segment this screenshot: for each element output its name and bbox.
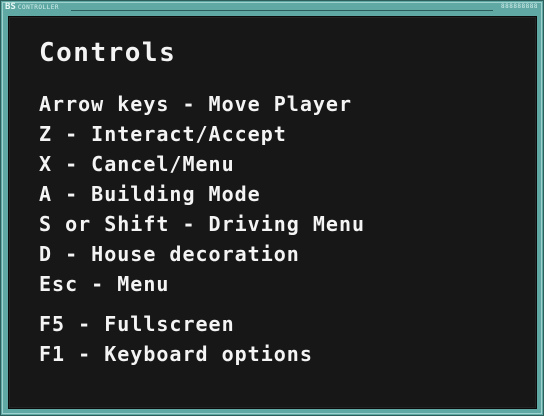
window-titlebar[interactable]: BS CONTROLLER — [5, 3, 59, 12]
titlebar-divider — [71, 10, 493, 11]
controls-spacer — [39, 299, 365, 309]
control-esc: Esc - Menu — [39, 272, 170, 296]
window-subtitle: CONTROLLER — [17, 3, 59, 11]
window-title: BS — [5, 2, 16, 12]
control-s-shift: S or Shift - Driving Menu — [39, 212, 366, 236]
control-d: D - House decoration — [39, 242, 300, 266]
controls-list: Arrow keys - Move Player Z - Interact/Ac… — [39, 89, 365, 369]
control-a: A - Building Mode — [39, 182, 261, 206]
controls-heading: Controls — [39, 38, 177, 68]
control-z: Z - Interact/Accept — [39, 122, 287, 146]
control-arrow-keys: Arrow keys - Move Player — [39, 92, 352, 116]
controls-window: BS CONTROLLER 888888888 Controls Arrow k… — [0, 0, 544, 416]
controls-content: Controls Arrow keys - Move Player Z - In… — [39, 36, 365, 369]
window-id-label: 888888888 — [500, 3, 538, 10]
control-f1: F1 - Keyboard options — [39, 342, 313, 366]
control-x: X - Cancel/Menu — [39, 152, 235, 176]
control-f5: F5 - Fullscreen — [39, 312, 235, 336]
